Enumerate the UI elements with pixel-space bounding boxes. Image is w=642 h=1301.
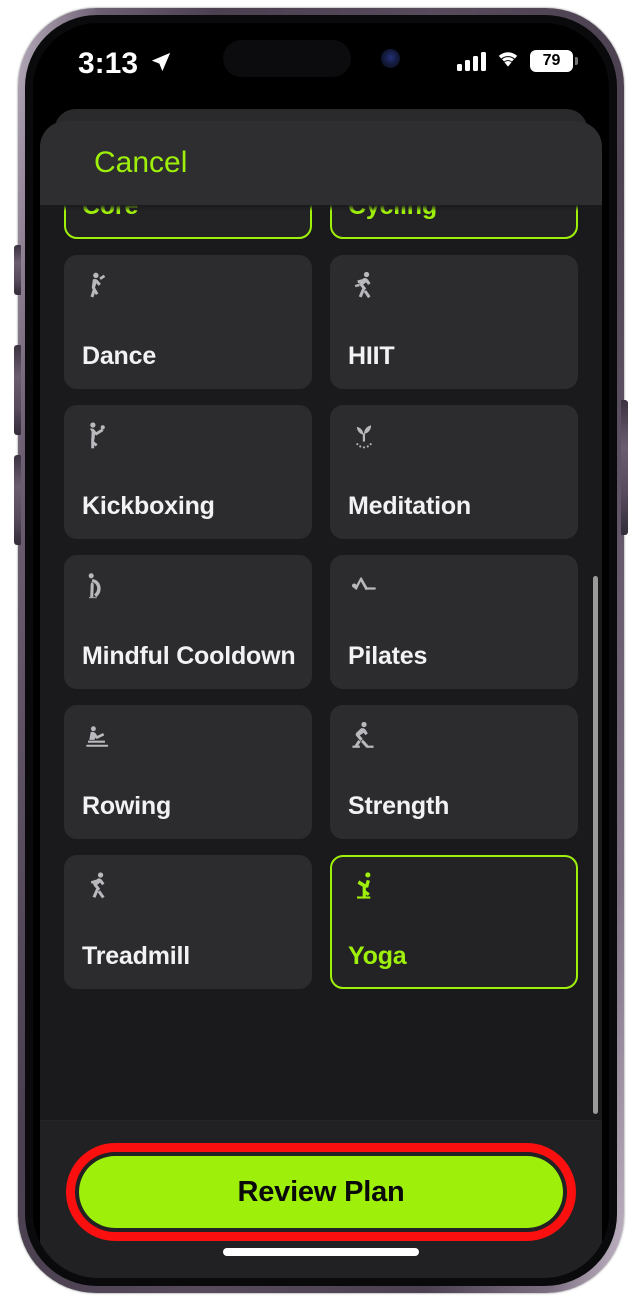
screenshot-root: 3:13 79 Cancel Core Cycling Dance HIIT K…	[0, 0, 642, 1301]
action-button[interactable]	[14, 245, 21, 295]
mindful-cooldown-icon	[81, 569, 115, 603]
volume-up-button[interactable]	[14, 345, 21, 435]
workout-card-label: Rowing	[82, 792, 172, 820]
workout-card-kickboxing[interactable]: Kickboxing	[64, 405, 312, 539]
wifi-icon	[495, 49, 521, 73]
front-camera-icon	[381, 49, 400, 68]
review-plan-cta: Review Plan	[66, 1143, 576, 1241]
workout-card-strength[interactable]: Strength	[330, 705, 578, 839]
cancel-button[interactable]: Cancel	[94, 146, 187, 180]
workout-card-label: Dance	[82, 342, 157, 370]
pilates-icon	[347, 569, 381, 603]
status-bar-time: 3:13	[78, 47, 139, 80]
workout-card-label: Cycling	[348, 205, 437, 220]
status-bar: 3:13 79	[33, 23, 609, 101]
workout-scroll-area[interactable]: Core Cycling Dance HIIT Kickboxing Meditation…	[40, 205, 602, 1120]
hiit-icon	[347, 269, 381, 303]
yoga-icon	[347, 869, 381, 903]
workout-card-treadmill[interactable]: Treadmill	[64, 855, 312, 989]
cellular-bars-icon	[457, 51, 486, 71]
workout-card-label: Pilates	[348, 642, 428, 670]
workout-card-meditation[interactable]: Meditation	[330, 405, 578, 539]
rowing-icon	[81, 719, 115, 753]
strength-icon	[347, 719, 381, 753]
workout-card-mindful-cooldown[interactable]: Mindful Cooldown	[64, 555, 312, 689]
meditation-icon	[347, 419, 381, 453]
kickboxing-icon	[81, 419, 115, 453]
treadmill-icon	[81, 869, 115, 903]
vertical-scrollbar[interactable]	[593, 576, 598, 1114]
location-arrow-icon	[150, 51, 172, 73]
status-bar-indicators: 79	[457, 49, 578, 73]
workout-grid: Core Cycling Dance HIIT Kickboxing Meditation…	[40, 205, 602, 989]
workout-card-pilates[interactable]: Pilates	[330, 555, 578, 689]
workout-card-label: Core	[82, 205, 139, 220]
workout-card-dance[interactable]: Dance	[64, 255, 312, 389]
workout-card-hiit[interactable]: HIIT	[330, 255, 578, 389]
workout-card-rowing[interactable]: Rowing	[64, 705, 312, 839]
workout-card-label: Strength	[348, 792, 450, 820]
workout-card-label: Kickboxing	[82, 492, 215, 520]
workout-card-label: Mindful Cooldown	[82, 642, 296, 670]
volume-down-button[interactable]	[14, 455, 21, 545]
dance-icon	[81, 269, 115, 303]
workout-card-label: Treadmill	[82, 942, 190, 970]
home-indicator[interactable]	[223, 1248, 419, 1256]
battery-indicator: 79	[530, 50, 578, 72]
workout-card-label: Meditation	[348, 492, 471, 520]
battery-percent-label: 79	[542, 52, 561, 69]
phone-screen: 3:13 79 Cancel Core Cycling Dance HIIT K…	[33, 23, 609, 1278]
workout-picker-sheet: Cancel Core Cycling Dance HIIT Kickboxing Med…	[40, 121, 602, 1278]
workout-card-core[interactable]: Core	[64, 205, 312, 239]
workout-card-label: Yoga	[348, 942, 407, 970]
workout-card-yoga[interactable]: Yoga	[330, 855, 578, 989]
dynamic-island	[223, 40, 351, 77]
power-button[interactable]	[621, 400, 628, 535]
review-plan-button[interactable]: Review Plan	[79, 1156, 563, 1228]
workout-card-cycling[interactable]: Cycling	[330, 205, 578, 239]
sheet-header: Cancel	[40, 121, 602, 205]
workout-card-label: HIIT	[348, 342, 395, 370]
